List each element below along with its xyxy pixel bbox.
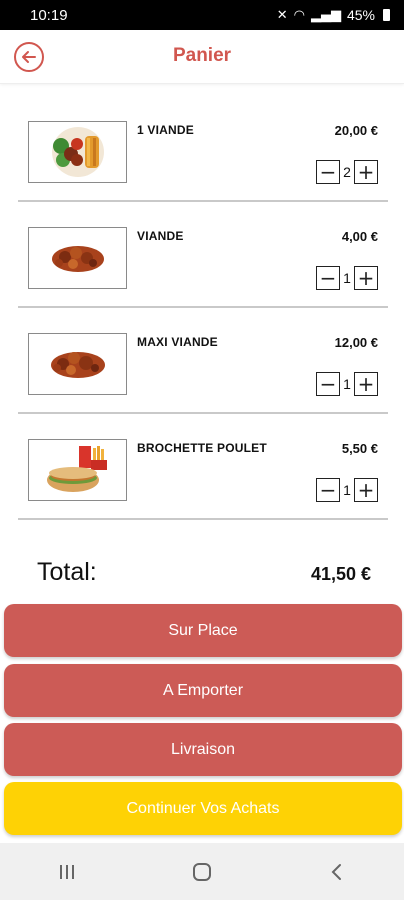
- quantity-stepper: − 1 +: [316, 372, 378, 396]
- meat-chunks-image: [51, 246, 104, 272]
- quantity-value: 1: [343, 376, 351, 392]
- plate-meat-vegetables-image: [51, 127, 104, 177]
- cart-item: BROCHETTE POULET 5,50 € − 1 +: [18, 414, 388, 520]
- item-price: 4,00 €: [341, 229, 378, 244]
- cart-item: VIANDE 4,00 € − 1 +: [18, 202, 388, 308]
- cart-list: 1 VIANDE 20,00 € − 2 + VIANDE 4,00 € − 1…: [18, 96, 388, 520]
- battery-percent: 45%: [346, 7, 375, 23]
- meat-chunks-image: [50, 352, 105, 378]
- cart-item: MAXI VIANDE 12,00 € − 1 +: [18, 308, 388, 414]
- item-image: [28, 227, 127, 289]
- item-image: [28, 439, 127, 501]
- a-emporter-button[interactable]: A Emporter: [4, 664, 402, 717]
- quantity-value: 2: [343, 164, 351, 180]
- increase-quantity-button[interactable]: +: [354, 372, 378, 396]
- mute-icon: ✕: [276, 7, 288, 23]
- total-value: 41,50 €: [310, 564, 371, 584]
- sur-place-button[interactable]: Sur Place: [4, 604, 402, 657]
- item-name: BROCHETTE POULET: [137, 441, 267, 455]
- total-label: Total:: [37, 558, 97, 586]
- app-header: Panier: [0, 30, 404, 84]
- status-icons: ✕ ◠ ▂▄▆ 45%: [277, 7, 390, 23]
- back-chevron-icon: [331, 863, 341, 880]
- item-image: [28, 333, 127, 395]
- home-button[interactable]: [172, 852, 232, 892]
- increase-quantity-button[interactable]: +: [354, 266, 378, 290]
- battery-icon: [383, 9, 390, 21]
- item-price: 20,00 €: [334, 123, 378, 138]
- recent-apps-button[interactable]: [37, 852, 97, 892]
- signal-icon: ▂▄▆: [310, 7, 341, 23]
- quantity-stepper: − 2 +: [316, 160, 378, 184]
- item-name: 1 VIANDE: [137, 123, 194, 137]
- item-price: 12,00 €: [334, 335, 378, 350]
- quantity-value: 1: [343, 270, 351, 286]
- quantity-value: 1: [343, 482, 351, 498]
- item-name: MAXI VIANDE: [137, 335, 218, 349]
- cart-item: 1 VIANDE 20,00 € − 2 +: [18, 96, 388, 202]
- quantity-stepper: − 1 +: [316, 478, 378, 502]
- decrease-quantity-button[interactable]: −: [316, 372, 340, 396]
- wifi-icon: ◠: [293, 7, 305, 23]
- recent-apps-icon: [60, 864, 75, 879]
- cart-total: Total: 41,50 €: [37, 558, 371, 587]
- increase-quantity-button[interactable]: +: [354, 160, 378, 184]
- home-icon: [192, 862, 211, 881]
- page-title: Panier: [172, 45, 232, 66]
- decrease-quantity-button[interactable]: −: [316, 266, 340, 290]
- item-name: VIANDE: [137, 229, 184, 243]
- item-image: [28, 121, 127, 183]
- livraison-button[interactable]: Livraison: [4, 723, 402, 776]
- decrease-quantity-button[interactable]: −: [316, 160, 340, 184]
- increase-quantity-button[interactable]: +: [354, 478, 378, 502]
- quantity-stepper: − 1 +: [316, 266, 378, 290]
- system-nav-bar: [0, 843, 404, 900]
- item-price: 5,50 €: [341, 441, 378, 456]
- sandwich-fries-drink-image: [46, 446, 107, 492]
- decrease-quantity-button[interactable]: −: [316, 478, 340, 502]
- system-back-button[interactable]: [307, 852, 367, 892]
- status-bar: 10:19 ✕ ◠ ▂▄▆ 45%: [0, 0, 404, 30]
- continue-shopping-button[interactable]: Continuer Vos Achats: [4, 782, 402, 835]
- status-time: 10:19: [30, 6, 68, 24]
